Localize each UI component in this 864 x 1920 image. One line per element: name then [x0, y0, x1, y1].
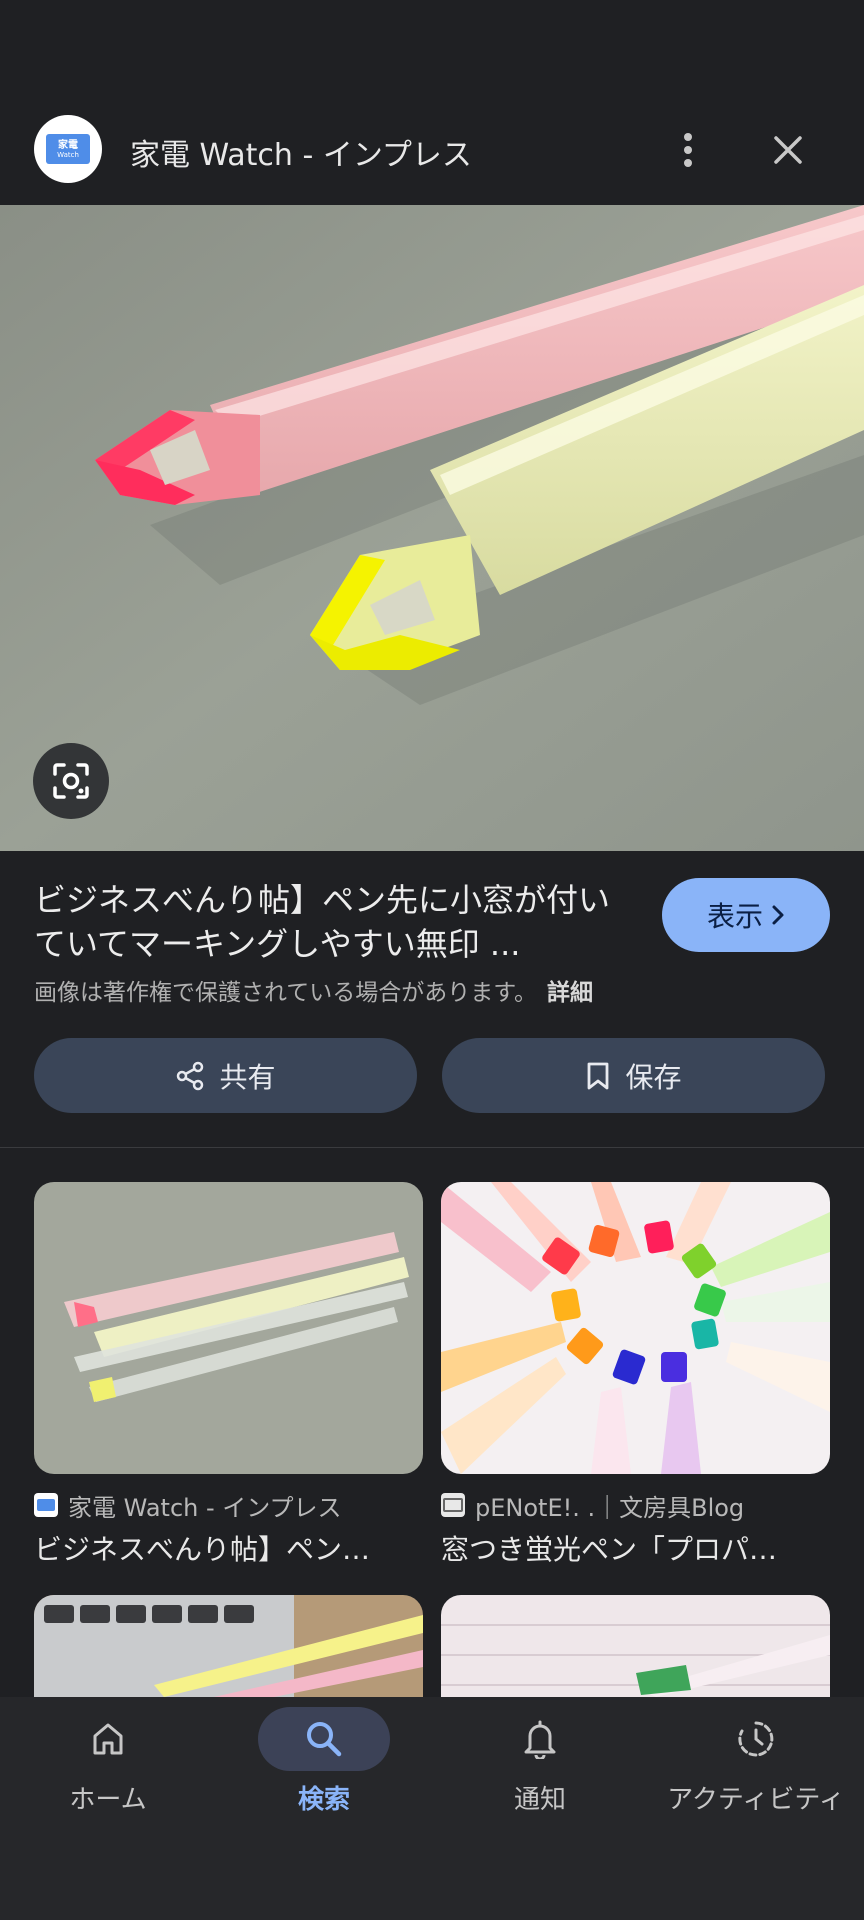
copyright-text: 画像は著作権で保護されている場合があります。 [34, 980, 538, 1006]
nav-activity-icon-wrap [690, 1707, 822, 1771]
view-button[interactable]: 表示 [662, 878, 830, 952]
more-vert-icon [684, 133, 692, 167]
nav-home-label: ホーム [69, 1785, 147, 1815]
source-favicon [34, 1493, 58, 1517]
site-logo: 家電 Watch [46, 134, 90, 164]
source-favicon [441, 1493, 465, 1517]
related-card[interactable]: 家電 Watch - インプレス ビジネスべんり帖】ペン… [34, 1182, 423, 1568]
header: 家電 Watch 家電 Watch - インプレス [0, 96, 864, 206]
nav-search-label: 検索 [297, 1785, 350, 1815]
status-bar [0, 0, 864, 96]
bookmark-icon [588, 1062, 609, 1089]
nav-search[interactable]: 検索 [216, 1697, 432, 1837]
logo-line1: 家電 [58, 139, 78, 151]
share-icon [177, 1061, 204, 1090]
save-label: 保存 [625, 1060, 682, 1094]
details-link[interactable]: 詳細 [547, 980, 593, 1006]
colorful-highlighters-thumbnail [441, 1182, 830, 1474]
nav-search-icon-wrap [258, 1707, 390, 1771]
related-thumbnail[interactable] [441, 1182, 830, 1474]
bell-icon [524, 1720, 556, 1759]
nav-home[interactable]: ホーム [0, 1697, 216, 1837]
lens-icon [53, 763, 89, 799]
activity-icon [738, 1721, 774, 1757]
nav-activity[interactable]: アクティビティ [648, 1697, 864, 1837]
highlighter-pens-photo [0, 205, 864, 851]
source-row: pENotE!. .｜文房具Blog [441, 1490, 830, 1522]
nav-notifications-label: 通知 [513, 1785, 566, 1815]
home-icon [93, 1723, 123, 1755]
result-title[interactable]: ビジネスべんり帖】ペン先に小窓が付いていてマーキングしやすい無印 ... [34, 878, 634, 968]
source-name: pENotE!. .｜文房具Blog [475, 1493, 745, 1522]
save-button[interactable]: 保存 [442, 1038, 825, 1113]
more-options-button[interactable] [664, 118, 712, 182]
main-image[interactable] [0, 205, 864, 851]
card-title[interactable]: 窓つき蛍光ペン「プロパ… [441, 1528, 830, 1568]
nav-notifications-icon-wrap [474, 1707, 606, 1771]
highlighters-thumbnail [34, 1182, 423, 1474]
chevron-right-icon [772, 905, 784, 925]
share-button[interactable]: 共有 [34, 1038, 417, 1113]
divider [0, 1147, 864, 1148]
search-icon [307, 1722, 342, 1757]
copyright-notice: 画像は著作権で保護されている場合があります。 詳細 [34, 973, 593, 1007]
close-icon [774, 136, 802, 164]
related-card[interactable]: pENotE!. .｜文房具Blog 窓つき蛍光ペン「プロパ… [441, 1182, 830, 1568]
lens-search-button[interactable] [33, 743, 109, 819]
nav-notifications[interactable]: 通知 [432, 1697, 648, 1837]
card-title[interactable]: ビジネスべんり帖】ペン… [34, 1528, 423, 1568]
share-label: 共有 [219, 1060, 276, 1094]
bottom-navigation: ホーム 検索 通知 アクティビティ [0, 1697, 864, 1920]
source-name: 家電 Watch - インプレス [68, 1493, 342, 1522]
site-title[interactable]: 家電 Watch - インプレス [130, 130, 472, 174]
source-row: 家電 Watch - インプレス [34, 1490, 423, 1522]
close-button[interactable] [764, 118, 812, 182]
notebook-highlighter-thumbnail [441, 1595, 830, 1697]
site-avatar[interactable]: 家電 Watch [34, 115, 102, 183]
logo-line2: Watch [57, 150, 79, 159]
view-button-label: 表示 [706, 900, 763, 933]
related-thumbnail[interactable] [34, 1182, 423, 1474]
nav-activity-label: アクティビティ [667, 1785, 845, 1815]
laptop-highlighters-thumbnail [34, 1595, 423, 1697]
nav-home-icon-wrap [42, 1707, 174, 1771]
